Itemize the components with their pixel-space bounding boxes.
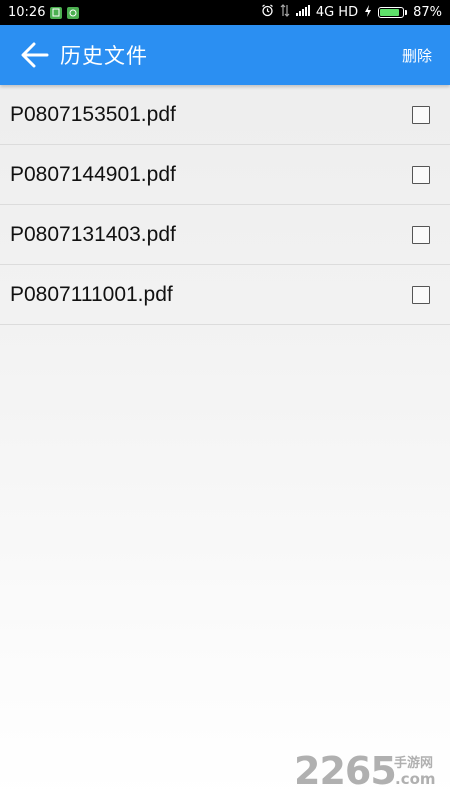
network-type: 4G HD: [315, 5, 359, 20]
file-list: P0807153501.pdf P0807144901.pdf P0807131…: [0, 85, 450, 325]
file-checkbox[interactable]: [412, 225, 430, 244]
status-left: 10:26: [8, 5, 80, 20]
sim-icon: [50, 6, 63, 19]
battery-body: [378, 7, 405, 18]
file-name: P0807111001.pdf: [10, 282, 173, 306]
watermark-logo: 2265 手游网 .com: [294, 748, 444, 790]
list-item[interactable]: P0807144901.pdf: [0, 145, 450, 205]
list-item[interactable]: P0807131403.pdf: [0, 205, 450, 265]
file-name: P0807144901.pdf: [10, 162, 176, 186]
status-bar: 10:26 4G HD 87%: [0, 0, 450, 25]
list-item[interactable]: P0807153501.pdf: [0, 85, 450, 145]
file-name: P0807153501.pdf: [10, 102, 176, 126]
charging-icon: [364, 4, 372, 21]
delete-button[interactable]: 删除: [396, 39, 438, 72]
file-checkbox[interactable]: [412, 165, 430, 184]
watermark-logo-graphic: 2265 手游网 .com: [294, 749, 436, 790]
alarm-icon: [261, 4, 274, 21]
data-transfer-icon: [280, 4, 290, 21]
battery-icon: [378, 7, 408, 18]
signal-icon: [295, 5, 310, 20]
svg-text:手游网: 手游网: [394, 755, 433, 771]
svg-text:2265: 2265: [294, 749, 396, 790]
app-bar: 历史文件 删除: [0, 25, 450, 85]
file-name: P0807131403.pdf: [10, 222, 176, 246]
page-title: 历史文件: [60, 44, 148, 68]
arrow-left-icon: [21, 42, 49, 68]
file-checkbox[interactable]: [412, 285, 430, 304]
status-right: 4G HD 87%: [261, 4, 442, 21]
battery-tip: [405, 10, 408, 15]
back-button[interactable]: [18, 38, 52, 72]
svg-text:.com: .com: [395, 770, 436, 788]
battery-percent: 87%: [413, 5, 442, 20]
file-checkbox[interactable]: [412, 105, 430, 124]
app-notification-icon: [67, 6, 80, 19]
list-item[interactable]: P0807111001.pdf: [0, 265, 450, 325]
battery-fill: [380, 9, 400, 16]
status-time: 10:26: [8, 5, 46, 20]
